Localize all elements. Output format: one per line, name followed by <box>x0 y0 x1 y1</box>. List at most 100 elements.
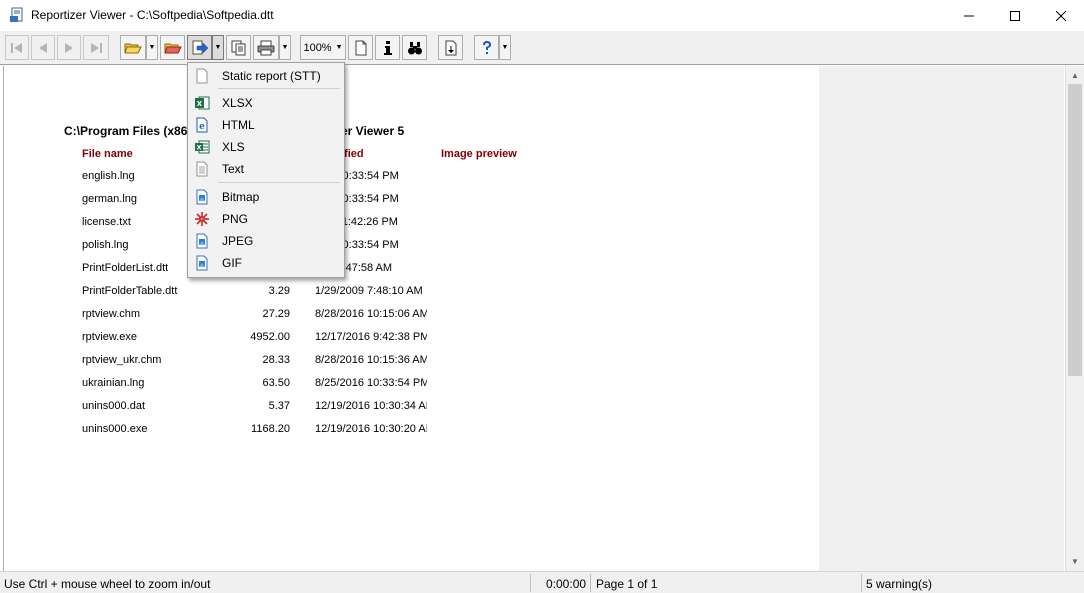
info-button[interactable] <box>375 35 400 60</box>
minimize-icon <box>964 15 974 16</box>
xls-icon: X <box>195 140 210 154</box>
prev-page-button[interactable] <box>31 35 55 60</box>
find-icon <box>407 41 422 54</box>
prev-page-icon <box>39 42 47 53</box>
file-name-cell: rptview.exe <box>82 331 138 343</box>
scroll-up-icon[interactable]: ▲ <box>1066 67 1084 84</box>
file-name-cell: rptview.chm <box>82 308 141 320</box>
last-page-button[interactable] <box>83 35 109 60</box>
file-name-cell: unins000.exe <box>82 423 148 435</box>
status-warnings[interactable]: 5 warning(s) <box>866 577 932 591</box>
print-icon <box>257 40 275 55</box>
export-button[interactable] <box>187 35 212 60</box>
menu-item-html[interactable]: e HTML <box>190 114 342 136</box>
table-row: unins000.exe 1168.20 12/19/2016 10:30:20 A… <box>0 423 819 446</box>
menu-item-bitmap[interactable]: Bitmap <box>190 186 342 208</box>
table-row: license.txt 016 11:42:26 PM <box>0 216 819 239</box>
window-title: Reportizer Viewer - C:\Softpedia\Softped… <box>31 8 274 22</box>
modified-date-cell: 8/28/2016 10:15:36 AM <box>315 354 427 366</box>
print-dropdown[interactable]: ▼ <box>279 35 291 60</box>
file-name-cell: ukrainian.lng <box>82 377 145 389</box>
file-size-cell: 4952.00 <box>250 331 290 343</box>
title-bar: Reportizer Viewer - C:\Softpedia\Softped… <box>0 0 1084 31</box>
table-row: rptview.chm 27.29 8/28/2016 10:15:06 AM <box>0 308 819 331</box>
next-page-button[interactable] <box>57 35 81 60</box>
page-button[interactable] <box>348 35 373 60</box>
file-size-cell: 5.37 <box>268 400 290 412</box>
file-name-cell: german.lng <box>82 193 138 205</box>
scrollbar-thumb[interactable] <box>1068 84 1082 376</box>
file-name-cell: PrintFolderList.dtt <box>82 262 169 274</box>
svg-text:X: X <box>197 100 203 108</box>
menu-item-xls[interactable]: X XLS <box>190 136 342 158</box>
table-row: PrintFolderList.dtt 009 7:47:58 AM <box>0 262 819 285</box>
info-icon <box>383 40 392 55</box>
file-size-cell: 63.50 <box>262 377 290 389</box>
find-button[interactable] <box>402 35 427 60</box>
xlsx-icon: X <box>195 96 210 110</box>
next-page-icon <box>65 42 73 53</box>
modified-date-cell: 8/28/2016 10:15:06 AM <box>315 308 427 320</box>
gif-icon <box>196 255 208 271</box>
print-button[interactable] <box>253 35 279 60</box>
file-name-cell: PrintFolderTable.dtt <box>82 285 178 297</box>
open-folder-icon <box>124 43 142 53</box>
table-row: PrintFolderTable.dtt 3.29 1/29/2009 7:48:1… <box>0 285 819 308</box>
status-divider <box>590 574 591 592</box>
help-icon <box>482 40 491 54</box>
file-name-cell: rptview_ukr.chm <box>82 354 162 366</box>
menu-separator <box>218 182 340 183</box>
chevron-down-icon: ▼ <box>501 44 509 51</box>
modified-date-cell: 1/29/2009 7:48:10 AM <box>315 285 423 297</box>
menu-item-png[interactable]: PNG <box>190 208 342 230</box>
modified-date-cell: 12/19/2016 10:30:34 AM <box>315 400 427 412</box>
menu-item-gif[interactable]: GIF <box>190 252 342 274</box>
file-name-cell: license.txt <box>82 216 131 228</box>
export-dropdown[interactable]: ▼ <box>212 35 224 60</box>
svg-text:X: X <box>196 144 201 152</box>
open-report-button[interactable] <box>160 35 185 60</box>
table-row: polish.lng 016 10:33:54 PM <box>0 239 819 262</box>
zoom-value: 100% <box>303 41 332 54</box>
open-folder-dropdown[interactable]: ▼ <box>146 35 158 60</box>
last-page-icon <box>91 42 102 53</box>
open-folder-button[interactable] <box>120 35 146 60</box>
toolbar: ▼ ▼ ▼ 100% ▼ ▼ <box>0 31 1084 65</box>
menu-item-text[interactable]: Text <box>190 158 342 180</box>
modified-date-cell: 8/25/2016 10:33:54 PM <box>315 377 427 389</box>
chevron-down-icon: ▼ <box>335 44 343 51</box>
status-page: Page 1 of 1 <box>596 577 658 591</box>
png-icon <box>195 212 209 226</box>
menu-item-stt[interactable]: Static report (STT) <box>190 65 342 87</box>
menu-item-xlsx[interactable]: X XLSX <box>190 92 342 114</box>
scroll-down-icon[interactable]: ▼ <box>1066 553 1084 570</box>
first-page-button[interactable] <box>5 35 29 60</box>
help-dropdown[interactable]: ▼ <box>499 35 511 60</box>
status-time: 0:00:00 <box>546 577 587 591</box>
vertical-scrollbar[interactable]: ▲ ▼ <box>1065 66 1084 571</box>
file-name-cell: polish.lng <box>82 239 129 251</box>
menu-separator <box>218 88 340 89</box>
export-menu: Static report (STT) X XLSX e HTML X XLS … <box>187 62 345 278</box>
table-row: rptview_ukr.chm 28.33 8/28/2016 10:15:36 A… <box>0 354 819 377</box>
file-size-cell: 1168.20 <box>251 423 290 435</box>
zoom-select[interactable]: 100% ▼ <box>300 35 346 60</box>
file-size-cell: 27.29 <box>262 308 290 320</box>
copy-button[interactable] <box>226 35 251 60</box>
modified-date-cell: 12/19/2016 10:30:20 AM <box>315 423 427 435</box>
page-setup-button[interactable] <box>438 35 463 60</box>
file-name-cell: unins000.dat <box>82 400 145 412</box>
file-size-cell: 28.33 <box>262 354 290 366</box>
app-report-icon <box>10 7 23 22</box>
stt-icon <box>196 68 208 84</box>
chevron-down-icon: ▼ <box>214 44 222 51</box>
help-button[interactable] <box>474 35 499 60</box>
minimize-button[interactable] <box>946 0 992 31</box>
status-hint: Use Ctrl + mouse wheel to zoom in/out <box>4 577 211 591</box>
menu-item-jpeg[interactable]: JPEG <box>190 230 342 252</box>
close-button[interactable] <box>1038 0 1084 31</box>
column-header-preview: Image preview <box>441 148 517 160</box>
chevron-down-icon: ▼ <box>281 44 289 51</box>
bitmap-icon <box>196 189 208 205</box>
maximize-button[interactable] <box>992 0 1038 31</box>
